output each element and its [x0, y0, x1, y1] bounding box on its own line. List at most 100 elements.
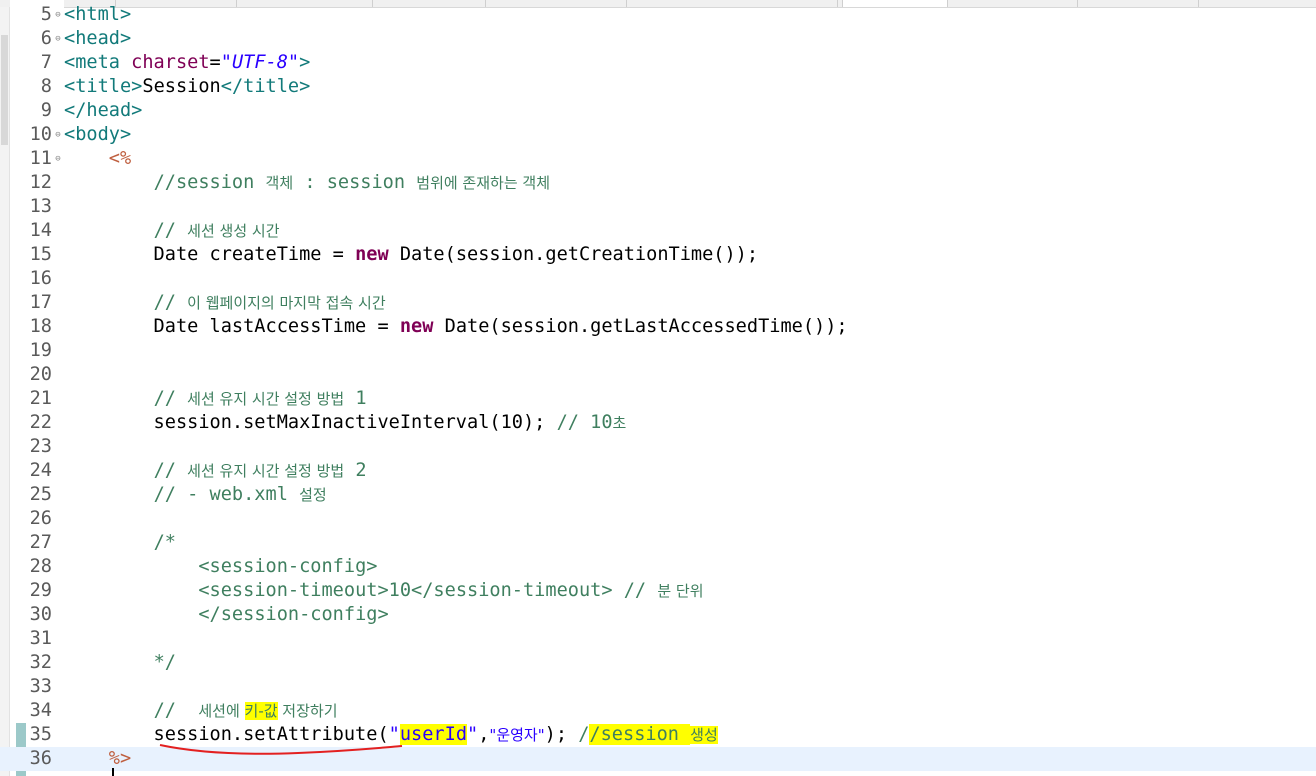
- code-token: charset: [131, 52, 210, 73]
- code-line[interactable]: 31: [0, 627, 1316, 651]
- code-token: session.setMaxInactiveInterval(10);: [64, 412, 557, 433]
- code-token: Date createTime =: [64, 244, 356, 265]
- code-token: </session-config>: [198, 604, 389, 625]
- fold-toggle-icon[interactable]: ⊖: [52, 27, 64, 51]
- code-token: 분 단위: [657, 582, 704, 600]
- code-token: /session: [589, 724, 691, 745]
- line-number: 10: [29, 124, 52, 145]
- code-text: // 세션 생성 시간: [64, 219, 280, 243]
- line-number: 24: [29, 460, 52, 481]
- code-text: </session-config>: [64, 603, 389, 627]
- fold-toggle-icon[interactable]: ⊖: [52, 3, 64, 27]
- code-line[interactable]: 15 Date createTime = new Date(session.ge…: [0, 243, 1316, 267]
- code-line[interactable]: 27 /*: [0, 531, 1316, 555]
- code-line[interactable]: 28 <session-config>: [0, 555, 1316, 579]
- code-line[interactable]: 29 <session-timeout>10</session-timeout>…: [0, 579, 1316, 603]
- red-hand-underline: [159, 744, 403, 755]
- code-token: Date(session.getLastAccessedTime());: [433, 316, 848, 337]
- code-token: <meta: [64, 52, 132, 73]
- code-token: 세션 생성 시간: [187, 222, 280, 240]
- code-line[interactable]: 33: [0, 675, 1316, 699]
- line-number: 16: [29, 268, 52, 289]
- code-line[interactable]: 16: [0, 267, 1316, 291]
- line-number: 11: [29, 148, 52, 169]
- code-line[interactable]: 6 ⊖ <head>: [0, 27, 1316, 51]
- code-line[interactable]: 17 // 이 웹페이지의 마지막 접속 시간: [0, 291, 1316, 315]
- code-line[interactable]: 14 // 세션 생성 시간: [0, 219, 1316, 243]
- code-line[interactable]: 11 ⊖ <%: [0, 147, 1316, 171]
- code-text: Date createTime = new Date(session.getCr…: [64, 243, 759, 267]
- code-token: ": [467, 724, 479, 745]
- code-token: 설정: [299, 486, 327, 504]
- code-token: 초: [612, 414, 627, 432]
- code-text: /*: [64, 531, 176, 555]
- code-text: <meta charset="UTF-8">: [64, 51, 310, 75]
- line-number: 17: [29, 292, 52, 313]
- code-line[interactable]: 22 session.setMaxInactiveInterval(10); /…: [0, 411, 1316, 435]
- line-number: 19: [29, 340, 52, 361]
- line-number: 32: [29, 652, 52, 673]
- code-line[interactable]: 13: [0, 195, 1316, 219]
- code-token: /: [578, 724, 590, 745]
- code-line[interactable]: 19: [0, 339, 1316, 363]
- code-token: //: [153, 460, 188, 481]
- code-token: Date(session.getCreationTime());: [388, 244, 759, 265]
- code-token: >: [299, 52, 311, 73]
- code-text: %>: [64, 747, 131, 771]
- line-number: 27: [29, 532, 52, 553]
- code-line[interactable]: 8 <title>Session</title>: [0, 75, 1316, 99]
- code-token: <%: [108, 148, 132, 169]
- line-number: 14: [29, 220, 52, 241]
- code-line[interactable]: 12 //session 객체 : session 범위에 존재하는 객체: [0, 171, 1316, 195]
- fold-toggle-icon[interactable]: ⊖: [52, 147, 64, 171]
- code-line[interactable]: 23: [0, 435, 1316, 459]
- code-token: 이 웹페이지의 마지막 접속 시간: [187, 294, 386, 312]
- code-line[interactable]: 30 </session-config>: [0, 603, 1316, 627]
- code-token: </title>: [220, 76, 311, 97]
- code-line[interactable]: 34 // 세션에 키-값 저장하기: [0, 699, 1316, 723]
- code-line[interactable]: 32 */: [0, 651, 1316, 675]
- code-line[interactable]: 20: [0, 363, 1316, 387]
- code-line[interactable]: 9 </head>: [0, 99, 1316, 123]
- code-line[interactable]: 25 // - web.xml 설정: [0, 483, 1316, 507]
- line-number: 6: [40, 28, 52, 49]
- code-text: <session-timeout>10</session-timeout> //…: [64, 579, 704, 603]
- code-line[interactable]: 24 // 세션 유지 시간 설정 방법 2: [0, 459, 1316, 483]
- line-number: 23: [29, 436, 52, 457]
- code-line[interactable]: 18 Date lastAccessTime = new Date(sessio…: [0, 315, 1316, 339]
- code-line[interactable]: 10 ⊖ <body>: [0, 123, 1316, 147]
- code-text: <head>: [64, 27, 131, 51]
- code-token: // 10: [556, 412, 613, 433]
- code-token: new: [355, 244, 389, 265]
- fold-toggle-icon[interactable]: ⊖: [52, 123, 64, 147]
- line-number: 21: [29, 388, 52, 409]
- code-text: // 세션 유지 시간 설정 방법 2: [64, 459, 367, 483]
- code-text: */: [64, 651, 176, 675]
- line-number: 5: [40, 4, 52, 25]
- code-line[interactable]: 7 <meta charset="UTF-8">: [0, 51, 1316, 75]
- code-text: // 세션에 키-값 저장하기: [64, 699, 338, 723]
- code-token: Date lastAccessTime =: [64, 316, 400, 337]
- code-text: //session 객체 : session 범위에 존재하는 객체: [64, 171, 550, 195]
- code-line[interactable]: 21 // 세션 유지 시간 설정 방법 1: [0, 387, 1316, 411]
- code-editor[interactable]: 5 ⊖ <html> 6 ⊖ <head> 7 <meta charset="UTF-8"> 8…: [0, 3, 1316, 771]
- line-number: 15: [29, 244, 52, 265]
- line-number: 13: [29, 196, 52, 217]
- line-number: 7: [40, 52, 52, 73]
- line-number: 20: [29, 364, 52, 385]
- code-token: </head>: [64, 100, 143, 121]
- code-token: 세션에: [198, 702, 245, 720]
- code-token: //session: [153, 172, 266, 193]
- code-line[interactable]: 5 ⊖ <html>: [0, 3, 1316, 27]
- code-text: Date lastAccessTime = new Date(session.g…: [64, 315, 848, 339]
- code-line[interactable]: 26: [0, 507, 1316, 531]
